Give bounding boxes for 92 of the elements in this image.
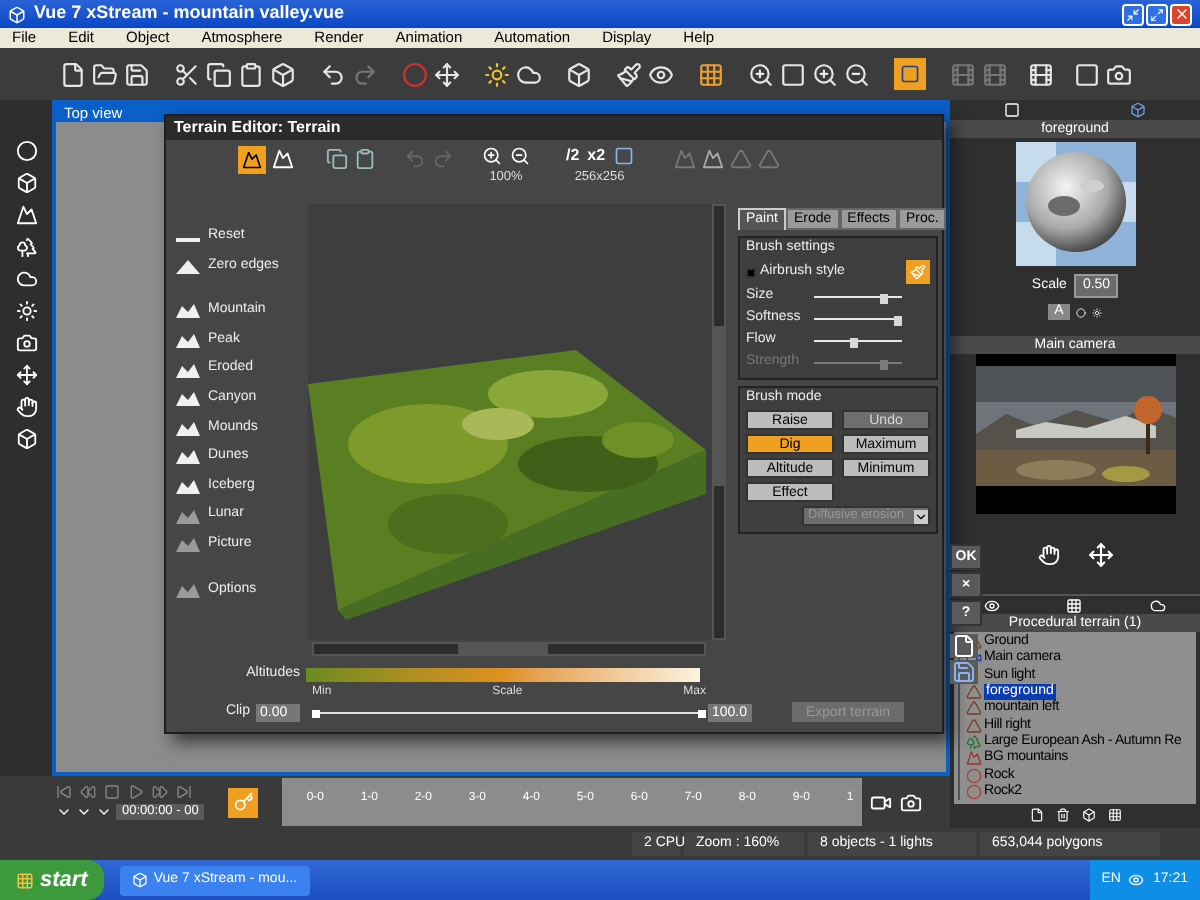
zoom-in-icon[interactable] <box>748 61 774 87</box>
skip-forward-icon[interactable] <box>176 784 192 800</box>
copy-icon[interactable] <box>326 148 348 170</box>
move-icon[interactable] <box>15 364 37 386</box>
move-icon[interactable] <box>1087 541 1113 567</box>
maximize-icon <box>1150 7 1164 21</box>
airbrush-checkbox[interactable] <box>746 267 756 277</box>
hand-icon[interactable] <box>15 396 37 418</box>
slider[interactable] <box>814 291 902 303</box>
save-icon[interactable] <box>124 61 150 87</box>
grid-icon[interactable] <box>1107 807 1121 821</box>
mountain-icon <box>175 419 199 436</box>
film-icon[interactable] <box>950 61 976 87</box>
brush-icon <box>910 264 926 280</box>
zoom-in-icon[interactable] <box>482 146 502 166</box>
eye-icon[interactable] <box>648 61 674 87</box>
maximize-button[interactable] <box>1146 3 1168 25</box>
cloud-icon[interactable] <box>516 61 542 87</box>
horizontal-scrollbar[interactable] <box>312 641 706 655</box>
start-button[interactable]: start <box>0 860 104 900</box>
peak-icon <box>175 257 199 274</box>
tree-icon <box>966 733 982 750</box>
resize-icon[interactable] <box>613 146 634 166</box>
cloud-icon[interactable] <box>1150 597 1167 613</box>
halve-button[interactable]: /2 <box>566 146 580 166</box>
mountain-icon <box>175 332 199 349</box>
trash-icon[interactable] <box>1055 807 1069 821</box>
new-file-icon[interactable] <box>60 61 86 87</box>
render-area-button[interactable] <box>894 58 926 90</box>
mountain-icon <box>175 536 199 553</box>
dialog-title: Terrain Editor: Terrain <box>174 120 341 136</box>
close-icon <box>1173 6 1189 22</box>
move-icon[interactable] <box>434 61 460 87</box>
sun-icon[interactable] <box>484 61 510 87</box>
close-button[interactable] <box>1170 3 1192 25</box>
app-icon <box>8 5 26 23</box>
mountain-icon <box>175 478 199 495</box>
sun-icon[interactable] <box>15 300 37 322</box>
play-icon[interactable] <box>128 784 144 800</box>
slider[interactable] <box>814 357 902 369</box>
sun-icon[interactable] <box>1091 307 1102 317</box>
cut-icon[interactable] <box>174 61 200 87</box>
camera-icon[interactable] <box>1106 61 1132 87</box>
square-icon <box>900 64 920 84</box>
key-button[interactable] <box>228 787 259 817</box>
cloud-icon[interactable] <box>15 268 37 290</box>
slider-thumb[interactable] <box>850 337 858 347</box>
grid-icon[interactable] <box>1066 597 1083 613</box>
mountain-icon <box>242 150 262 170</box>
brush-icon[interactable] <box>616 61 642 87</box>
mountain-icon <box>175 507 199 524</box>
tray-icon[interactable] <box>1128 872 1145 888</box>
slider-thumb[interactable] <box>698 710 706 718</box>
mountain-icon <box>966 750 982 767</box>
eye-icon[interactable] <box>983 597 1000 613</box>
paste-icon[interactable] <box>354 148 376 170</box>
new-file-icon[interactable] <box>950 634 978 658</box>
film-icon[interactable] <box>982 61 1008 87</box>
slider[interactable] <box>814 313 902 325</box>
minimize-icon <box>1126 7 1140 21</box>
clapper-icon[interactable] <box>1028 61 1054 87</box>
undo-icon[interactable] <box>320 61 346 87</box>
mountain-icon <box>175 302 199 319</box>
window-title: Vue 7 xStream - mountain valley.vue <box>34 0 345 27</box>
slider-thumb[interactable] <box>894 315 902 325</box>
mountain-icon <box>175 581 199 598</box>
folder-icon[interactable] <box>92 61 118 87</box>
mountain-icon <box>175 390 199 407</box>
vertical-scrollbar[interactable] <box>712 204 726 640</box>
zoom-box-icon[interactable] <box>780 61 806 87</box>
zoom-out-icon[interactable] <box>510 146 530 166</box>
key-icon <box>233 792 254 812</box>
mountain-icon <box>175 361 199 378</box>
zoom-out-icon[interactable] <box>844 61 870 87</box>
clip-range-slider[interactable] <box>312 706 706 718</box>
copy-icon[interactable] <box>206 61 232 87</box>
frame-icon[interactable] <box>1074 61 1100 87</box>
fast-forward-icon[interactable] <box>152 784 168 800</box>
minimize-button[interactable] <box>1122 3 1144 25</box>
mountain-icon <box>175 448 199 465</box>
circle-icon[interactable] <box>1075 307 1086 317</box>
camera-icon[interactable] <box>870 791 893 813</box>
slider-thumb[interactable] <box>312 710 320 718</box>
brush-tool-button[interactable] <box>238 146 266 174</box>
hand-icon[interactable] <box>1037 543 1059 565</box>
double-button[interactable]: x2 <box>587 146 606 166</box>
tree-icon[interactable] <box>15 236 37 258</box>
dropdown-arrow-icon <box>914 509 928 523</box>
slider[interactable] <box>814 335 902 347</box>
zoom-in-icon[interactable] <box>812 61 838 87</box>
app-icon <box>131 872 148 888</box>
slider-thumb[interactable] <box>880 293 889 303</box>
